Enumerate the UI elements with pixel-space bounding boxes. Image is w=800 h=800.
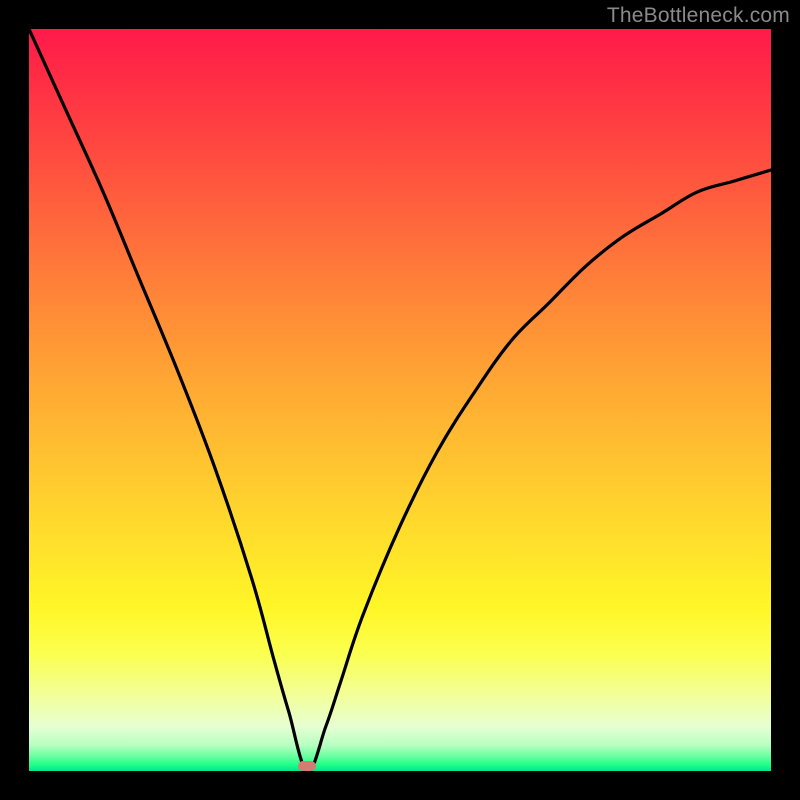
watermark-text: TheBottleneck.com — [607, 4, 790, 28]
plot-area — [29, 29, 771, 771]
chart-frame: TheBottleneck.com — [0, 0, 800, 800]
optimum-marker — [298, 761, 316, 771]
bottleneck-curve — [29, 29, 771, 771]
